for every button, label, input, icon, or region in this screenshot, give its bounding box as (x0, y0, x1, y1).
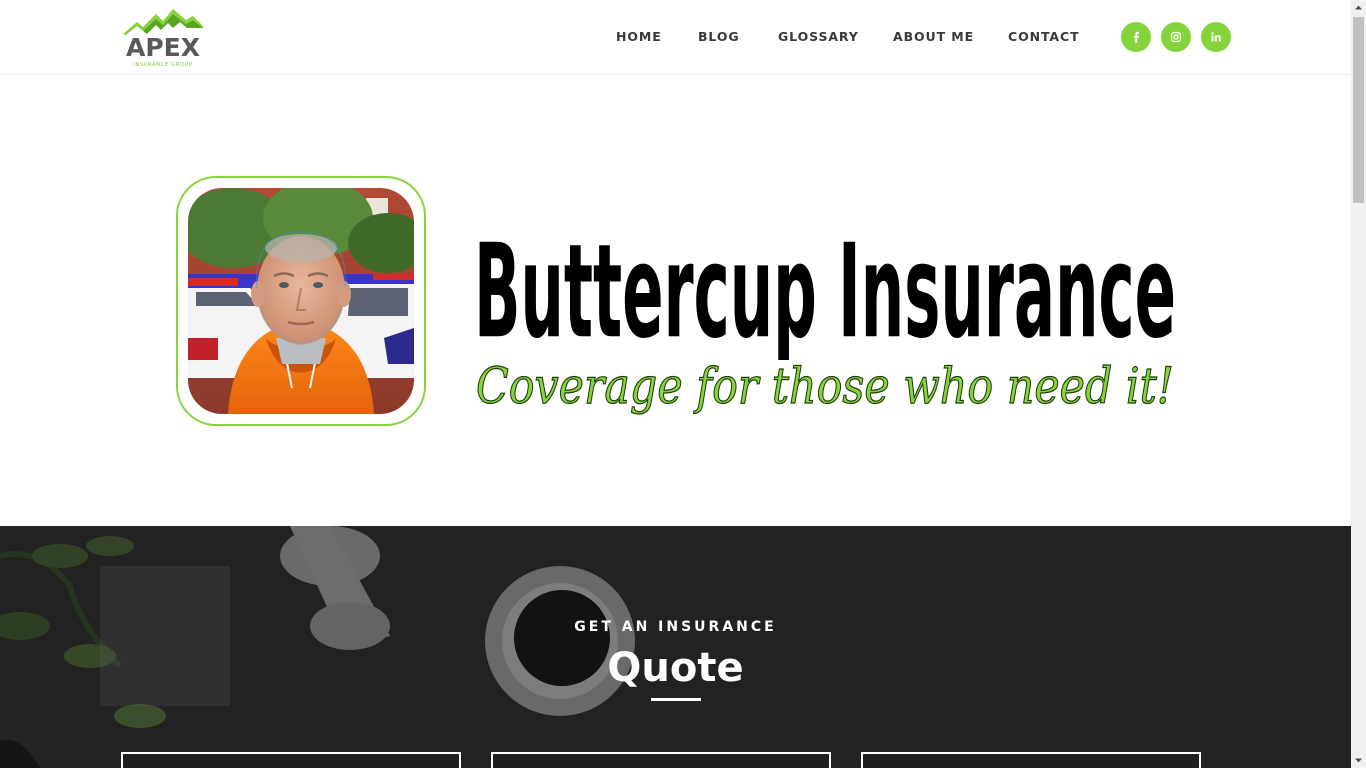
hero-tagline: Coverage for those who need it! (475, 356, 1174, 415)
instagram-button[interactable] (1161, 22, 1191, 52)
facebook-icon (1133, 31, 1140, 43)
quote-heading: Quote (607, 645, 744, 691)
nav-about-me[interactable]: ABOUT ME (893, 28, 974, 46)
scrollbar-thumb[interactable] (1353, 17, 1364, 203)
quote-card[interactable] (121, 752, 461, 768)
hero-banner: Buttercup Insurance Coverage for those w… (0, 75, 1351, 526)
page-scrollbar[interactable] (1351, 0, 1366, 768)
quote-card[interactable] (491, 752, 831, 768)
scroll-down-arrow-icon[interactable] (1351, 753, 1366, 768)
hero-title-text: Buttercup Insurance (474, 217, 1176, 360)
hero-title: Buttercup Insurance (474, 217, 1176, 360)
quote-eyebrow: GET AN INSURANCE (574, 619, 777, 635)
quote-section: GET AN INSURANCE Quote (0, 526, 1351, 768)
nav-contact[interactable]: CONTACT (1008, 28, 1080, 46)
hero-tagline-text: Coverage for those who need it! (476, 357, 1174, 415)
instagram-icon (1170, 31, 1182, 43)
nav-blog[interactable]: BLOG (698, 28, 740, 46)
logo-subtitle: INSURANCE GROUP (133, 62, 193, 68)
site-header: APEX INSURANCE GROUP HOME BLOG GLOSSARY … (0, 0, 1351, 75)
facebook-button[interactable] (1121, 22, 1151, 52)
linkedin-icon (1211, 32, 1221, 42)
quote-card[interactable] (861, 752, 1201, 768)
profile-photo-frame (176, 176, 426, 426)
linkedin-button[interactable] (1201, 22, 1231, 52)
profile-photo (187, 187, 414, 414)
scroll-up-arrow-icon[interactable] (1351, 0, 1366, 15)
nav-glossary[interactable]: GLOSSARY (778, 28, 859, 46)
nav-home[interactable]: HOME (616, 28, 662, 46)
quote-divider (651, 698, 701, 701)
